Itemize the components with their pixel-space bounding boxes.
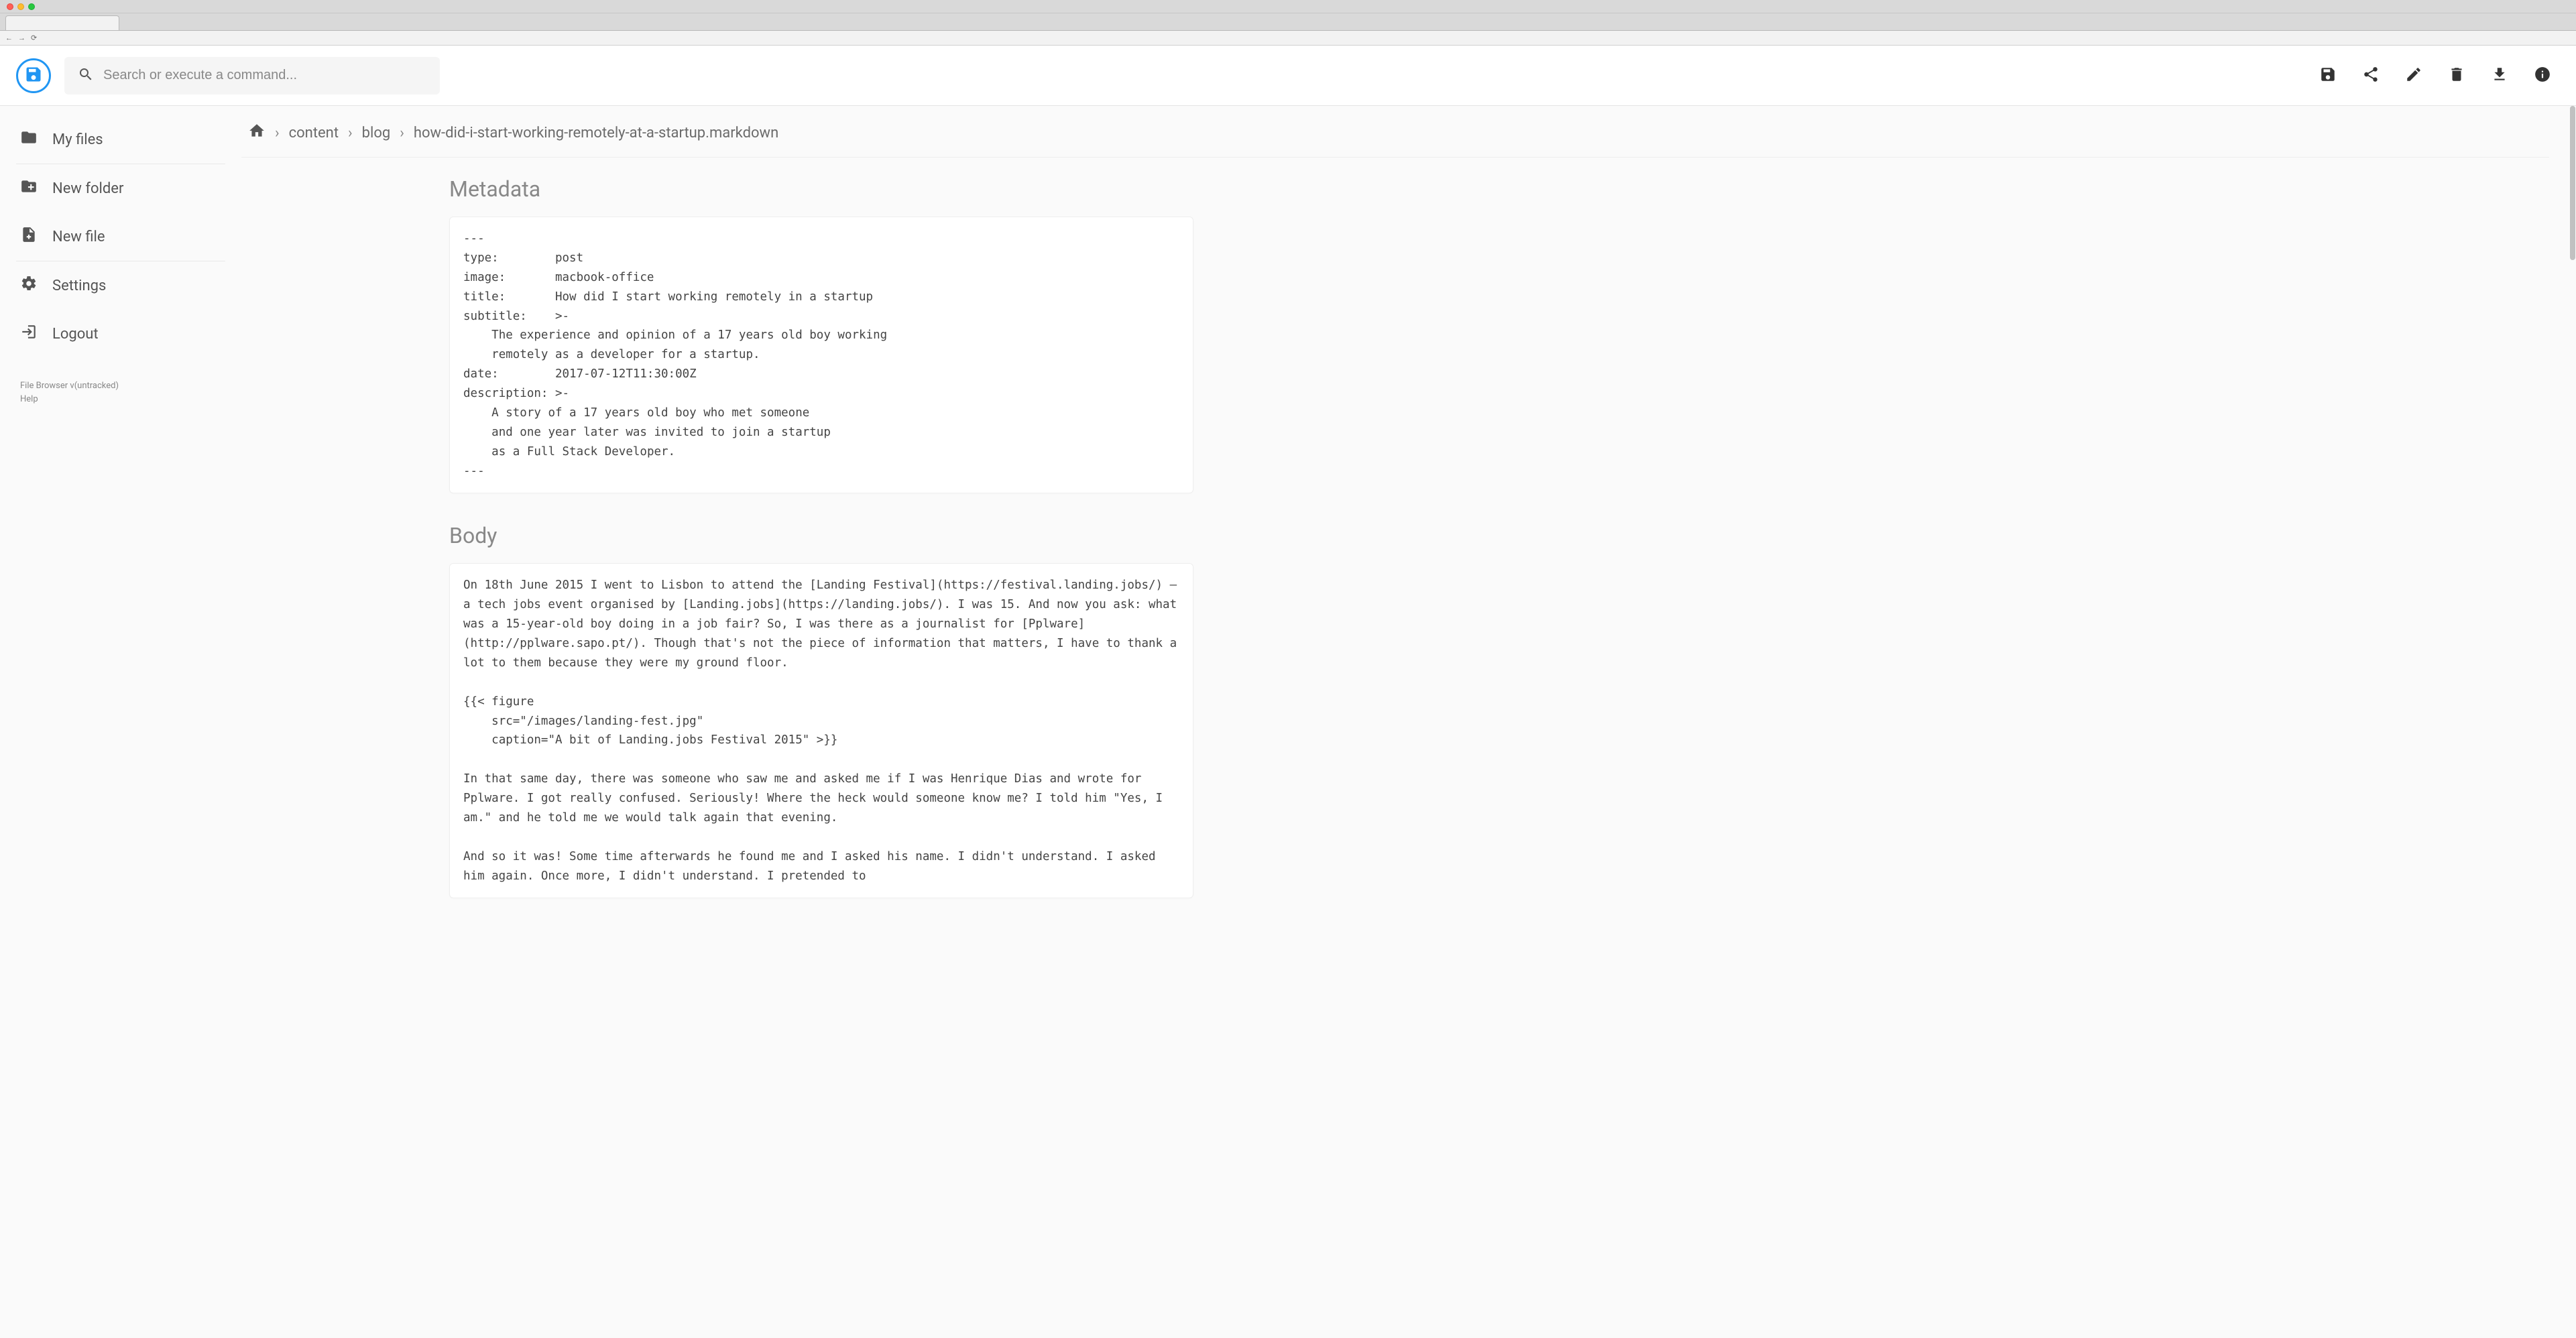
- sidebar-item-label: New folder: [52, 180, 123, 197]
- download-icon: [2491, 66, 2508, 86]
- logout-icon: [20, 323, 38, 345]
- window-zoom-dot[interactable]: [28, 3, 35, 10]
- browser-tab[interactable]: [5, 15, 119, 30]
- new-file-icon: [20, 226, 38, 247]
- chevron-right-icon: ›: [275, 125, 280, 141]
- sidebar-item-logout[interactable]: Logout: [0, 310, 241, 358]
- save-button[interactable]: [2319, 66, 2337, 85]
- pencil-icon: [2405, 66, 2422, 86]
- browser-tabstrip: [0, 13, 2576, 31]
- metadata-heading: Metadata: [449, 176, 2576, 202]
- sidebar-item-label: New file: [52, 229, 105, 245]
- window-minimize-dot[interactable]: [17, 3, 24, 10]
- sidebar-item-new-folder[interactable]: New folder: [0, 164, 241, 212]
- sidebar-footer: File Browser v(untracked) Help: [0, 363, 241, 422]
- sidebar-item-label: Logout: [52, 326, 99, 343]
- breadcrumb-segment[interactable]: blog: [362, 125, 391, 141]
- browser-reload-icon[interactable]: ⟳: [31, 34, 37, 42]
- mac-titlebar: [0, 0, 2576, 13]
- rename-button[interactable]: [2404, 66, 2423, 85]
- info-icon: [2534, 66, 2551, 86]
- chevron-right-icon: ›: [400, 125, 404, 141]
- save-icon: [2319, 66, 2337, 86]
- window-close-dot[interactable]: [7, 3, 13, 10]
- info-button[interactable]: [2533, 66, 2552, 85]
- content-pane: › content › blog › how-did-i-start-worki…: [241, 106, 2576, 1338]
- metadata-text[interactable]: --- type: post image: macbook-office tit…: [463, 229, 1179, 481]
- search-icon: [78, 66, 94, 85]
- sidebar-item-label: My files: [52, 131, 103, 148]
- browser-back-icon[interactable]: ←: [5, 34, 13, 42]
- search-box[interactable]: [64, 57, 440, 95]
- sidebar-item-label: Settings: [52, 278, 106, 294]
- settings-icon: [20, 275, 38, 296]
- body-card[interactable]: On 18th June 2015 I went to Lisbon to at…: [449, 563, 1193, 898]
- breadcrumb-segment[interactable]: how-did-i-start-working-remotely-at-a-st…: [414, 125, 778, 141]
- sidebar-item-settings[interactable]: Settings: [0, 261, 241, 310]
- sidebar-item-my-files[interactable]: My files: [0, 115, 241, 164]
- home-icon[interactable]: [248, 122, 266, 143]
- scrollbar-thumb[interactable]: [2570, 106, 2575, 260]
- breadcrumb: › content › blog › how-did-i-start-worki…: [241, 106, 2549, 158]
- version-text: File Browser v(untracked): [20, 379, 221, 393]
- trash-icon: [2448, 66, 2465, 86]
- app-logo[interactable]: [16, 58, 51, 93]
- delete-button[interactable]: [2447, 66, 2466, 85]
- header-actions: [2319, 66, 2560, 85]
- body-heading: Body: [449, 523, 2576, 548]
- new-folder-icon: [20, 178, 38, 199]
- share-button[interactable]: [2361, 66, 2380, 85]
- floppy-disk-icon: [24, 65, 43, 86]
- download-button[interactable]: [2490, 66, 2509, 85]
- search-input[interactable]: [103, 68, 426, 83]
- breadcrumb-segment[interactable]: content: [289, 125, 339, 141]
- sidebar-item-new-file[interactable]: New file: [0, 212, 241, 261]
- scrollbar-track[interactable]: [2569, 106, 2576, 1338]
- browser-forward-icon[interactable]: →: [18, 34, 25, 42]
- help-link[interactable]: Help: [20, 394, 38, 404]
- app-header: [0, 46, 2576, 106]
- chevron-right-icon: ›: [348, 125, 353, 141]
- body-text[interactable]: On 18th June 2015 I went to Lisbon to at…: [463, 576, 1179, 886]
- metadata-card[interactable]: --- type: post image: macbook-office tit…: [449, 217, 1193, 493]
- browser-urlbar: ← → ⟳: [0, 31, 2576, 46]
- sidebar: My files New folder New file Settings Lo…: [0, 106, 241, 1338]
- folder-icon: [20, 129, 38, 150]
- share-icon: [2362, 66, 2380, 86]
